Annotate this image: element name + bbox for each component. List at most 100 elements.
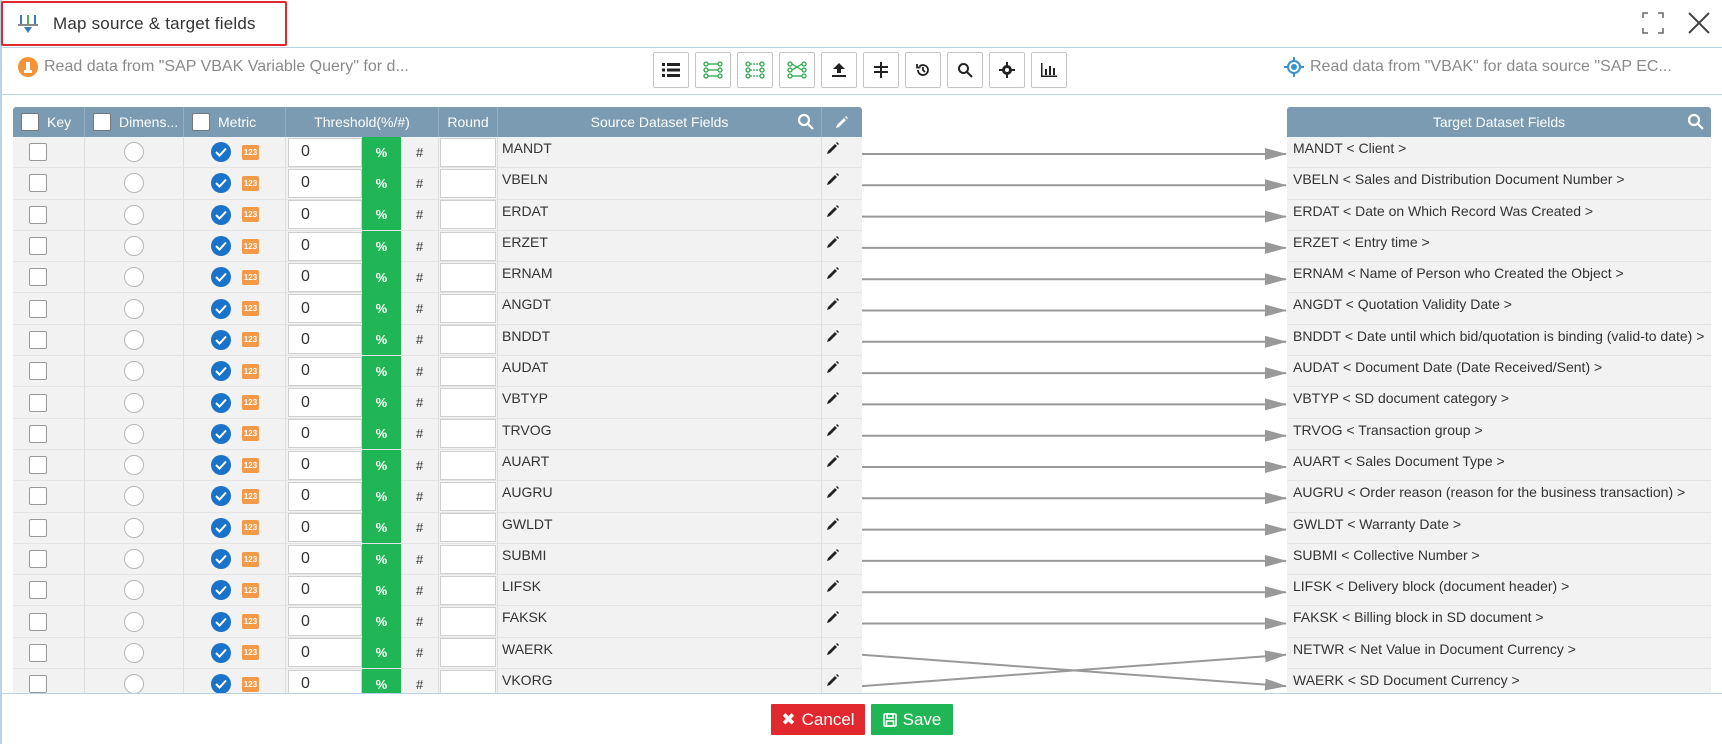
threshold-input[interactable]: 0	[288, 356, 362, 386]
metric-check-icon[interactable]	[211, 267, 231, 288]
source-field-name[interactable]: VKORG	[498, 669, 822, 693]
dimension-radio[interactable]	[124, 329, 144, 350]
metric-check-icon[interactable]	[211, 236, 231, 257]
round-input[interactable]	[440, 669, 496, 693]
percent-toggle[interactable]: %	[361, 230, 402, 262]
threshold-input[interactable]: 0	[288, 325, 362, 355]
key-select-all-checkbox[interactable]	[21, 113, 39, 131]
metric-check-icon[interactable]	[211, 329, 231, 350]
metric-check-icon[interactable]	[211, 486, 231, 507]
dimension-radio[interactable]	[124, 298, 144, 319]
key-checkbox[interactable]	[29, 299, 47, 318]
round-input[interactable]	[440, 607, 496, 637]
target-field-row[interactable]: AUART < Sales Document Type >	[1287, 449, 1711, 482]
percent-toggle[interactable]: %	[361, 387, 402, 419]
dimension-radio[interactable]	[124, 580, 144, 601]
round-input[interactable]	[440, 419, 496, 449]
number-toggle[interactable]: #	[401, 520, 438, 535]
threshold-input[interactable]: 0	[288, 481, 362, 511]
pencil-icon[interactable]	[826, 423, 840, 437]
target-field-row[interactable]: SUBMI < Collective Number >	[1287, 543, 1711, 576]
number-toggle[interactable]: #	[401, 270, 438, 285]
round-input[interactable]	[440, 325, 496, 355]
mapping-line[interactable]	[861, 653, 1287, 691]
target-field-row[interactable]: GWLDT < Warranty Date >	[1287, 512, 1711, 544]
pencil-icon[interactable]	[826, 172, 840, 186]
dimension-radio[interactable]	[124, 267, 144, 288]
save-button[interactable]: Save	[871, 704, 953, 735]
round-input[interactable]	[440, 294, 496, 324]
target-field-row[interactable]: AUDAT < Document Date (Date Received/Sen…	[1287, 356, 1711, 388]
target-field-row[interactable]: AUGRU < Order reason (reason for the bus…	[1287, 481, 1711, 513]
metric-check-icon[interactable]	[211, 580, 231, 601]
percent-toggle[interactable]: %	[361, 574, 402, 606]
pencil-icon[interactable]	[826, 673, 840, 687]
threshold-input[interactable]: 0	[288, 638, 362, 668]
percent-toggle[interactable]: %	[361, 199, 402, 231]
map-all-button[interactable]	[695, 52, 731, 88]
percent-toggle[interactable]: %	[361, 167, 402, 199]
source-field-name[interactable]: AUART	[498, 449, 822, 481]
source-field-name[interactable]: SUBMI	[498, 543, 822, 575]
pencil-icon[interactable]	[826, 454, 840, 468]
threshold-input[interactable]: 0	[288, 575, 362, 605]
key-checkbox[interactable]	[29, 456, 47, 475]
threshold-input[interactable]: 0	[288, 231, 362, 261]
list-view-button[interactable]	[653, 52, 689, 88]
pencil-icon[interactable]	[826, 360, 840, 374]
number-toggle[interactable]: #	[401, 145, 438, 160]
number-toggle[interactable]: #	[401, 552, 438, 567]
number-toggle[interactable]: #	[401, 332, 438, 347]
key-checkbox[interactable]	[29, 518, 47, 537]
close-button[interactable]	[1686, 10, 1712, 36]
metric-check-icon[interactable]	[211, 549, 231, 569]
pencil-icon[interactable]	[826, 204, 840, 218]
round-input[interactable]	[440, 544, 496, 574]
round-input[interactable]	[440, 388, 496, 418]
settings-button[interactable]	[989, 52, 1025, 88]
dimension-select-all-checkbox[interactable]	[93, 113, 111, 131]
round-input[interactable]	[440, 200, 496, 230]
upload-button[interactable]	[821, 52, 857, 88]
threshold-input[interactable]: 0	[288, 200, 362, 230]
key-checkbox[interactable]	[29, 424, 47, 443]
percent-toggle[interactable]: %	[361, 637, 402, 669]
target-field-row[interactable]: ERDAT < Date on Which Record Was Created…	[1287, 199, 1711, 231]
threshold-input[interactable]: 0	[288, 294, 362, 324]
number-toggle[interactable]: #	[401, 239, 438, 254]
source-field-name[interactable]: AUDAT	[498, 356, 822, 387]
target-field-row[interactable]: ERZET < Entry time >	[1287, 230, 1711, 263]
threshold-input[interactable]: 0	[288, 137, 362, 167]
source-field-name[interactable]: LIFSK	[498, 575, 822, 606]
number-toggle[interactable]: #	[401, 207, 438, 222]
map-by-position-button[interactable]	[779, 52, 815, 88]
target-field-row[interactable]: NETWR < Net Value in Document Currency >	[1287, 637, 1711, 670]
threshold-input[interactable]: 0	[288, 450, 362, 480]
round-input[interactable]	[440, 450, 496, 480]
target-field-row[interactable]: VBTYP < SD document category >	[1287, 387, 1711, 419]
source-field-name[interactable]: WAERK	[498, 637, 822, 669]
metric-check-icon[interactable]	[211, 173, 231, 194]
source-field-name[interactable]: BNDDT	[498, 324, 822, 356]
metric-check-icon[interactable]	[211, 674, 231, 693]
target-field-row[interactable]: WAERK < SD Document Currency >	[1287, 669, 1711, 693]
number-toggle[interactable]: #	[401, 395, 438, 410]
threshold-input[interactable]: 0	[288, 669, 362, 693]
target-field-row[interactable]: FAKSK < Billing block in SD document >	[1287, 606, 1711, 638]
percent-toggle[interactable]: %	[361, 668, 402, 693]
source-field-name[interactable]: VBTYP	[498, 387, 822, 418]
split-button[interactable]	[863, 52, 899, 88]
pencil-icon[interactable]	[826, 610, 840, 624]
pencil-icon[interactable]	[826, 297, 840, 311]
key-checkbox[interactable]	[29, 581, 47, 600]
threshold-input[interactable]: 0	[288, 544, 362, 574]
dimension-radio[interactable]	[124, 173, 144, 194]
metric-check-icon[interactable]	[211, 642, 231, 663]
dimension-radio[interactable]	[124, 549, 144, 569]
dimension-radio[interactable]	[124, 642, 144, 663]
target-field-row[interactable]: MANDT < Client >	[1287, 137, 1711, 169]
round-input[interactable]	[440, 262, 496, 292]
number-toggle[interactable]: #	[401, 645, 438, 660]
percent-toggle[interactable]: %	[361, 606, 402, 638]
dimension-radio[interactable]	[124, 142, 144, 163]
